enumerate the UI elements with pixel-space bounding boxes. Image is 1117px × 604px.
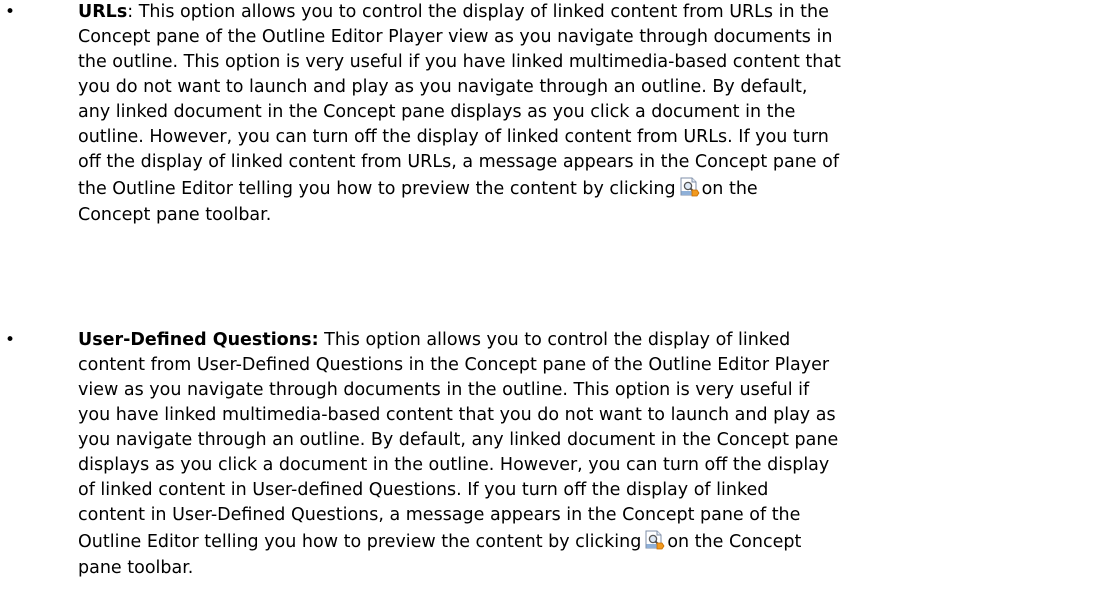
text-line: you have linked multimedia-based content…	[78, 405, 836, 425]
bullet: •	[4, 2, 16, 22]
text-line-content: the Outline Editor telling you how to pr…	[78, 179, 676, 199]
text-line: any linked document in the Concept pane …	[78, 102, 796, 122]
bullet: •	[4, 330, 16, 350]
text-line-content: Outline Editor telling you how to previe…	[78, 532, 642, 552]
text-line: Concept pane of the Outline Editor Playe…	[78, 27, 833, 47]
preview-icon	[643, 529, 665, 559]
text-line-content: This option allows you to control the di…	[318, 330, 791, 350]
text-line-content: on the	[701, 179, 758, 199]
text-line: displays as you click a document in the …	[78, 455, 830, 475]
text-line: content from User-Defined Questions in t…	[78, 355, 830, 375]
text-line: you do not want to launch and play as yo…	[78, 77, 808, 97]
text-line: the outline. This option is very useful …	[78, 52, 841, 72]
text-line: pane toolbar.	[78, 558, 194, 578]
text-line: Outline Editor telling you how to previe…	[78, 528, 1112, 556]
text-line: Concept pane toolbar.	[78, 205, 272, 225]
text-line-content: : This option allows you to control the …	[127, 2, 829, 22]
text-line: you navigate through an outline. By defa…	[78, 430, 839, 450]
list-item-text: URLs: This option allows you to control …	[78, 0, 1112, 228]
text-line-content: on the Concept	[667, 532, 802, 552]
term-urls: URLs	[78, 2, 128, 22]
list-item-text: User-Defined Questions: This option allo…	[78, 328, 1112, 581]
text-line: off the display of linked content from U…	[78, 152, 839, 172]
text-line: outline. However, you can turn off the d…	[78, 127, 829, 147]
text-line: of linked content in User-defined Questi…	[78, 480, 769, 500]
preview-icon	[678, 176, 700, 206]
text-line: User-Defined Questions: This option allo…	[78, 328, 1112, 353]
text-line: URLs: This option allows you to control …	[78, 0, 1112, 25]
term-user-defined-questions: User-Defined Questions:	[78, 330, 319, 350]
text-line: the Outline Editor telling you how to pr…	[78, 175, 1112, 203]
text-line: content in User-Defined Questions, a mes…	[78, 505, 801, 525]
document-page: • URLs: This option allows you to contro…	[0, 0, 1117, 604]
text-line: view as you navigate through documents i…	[78, 380, 810, 400]
